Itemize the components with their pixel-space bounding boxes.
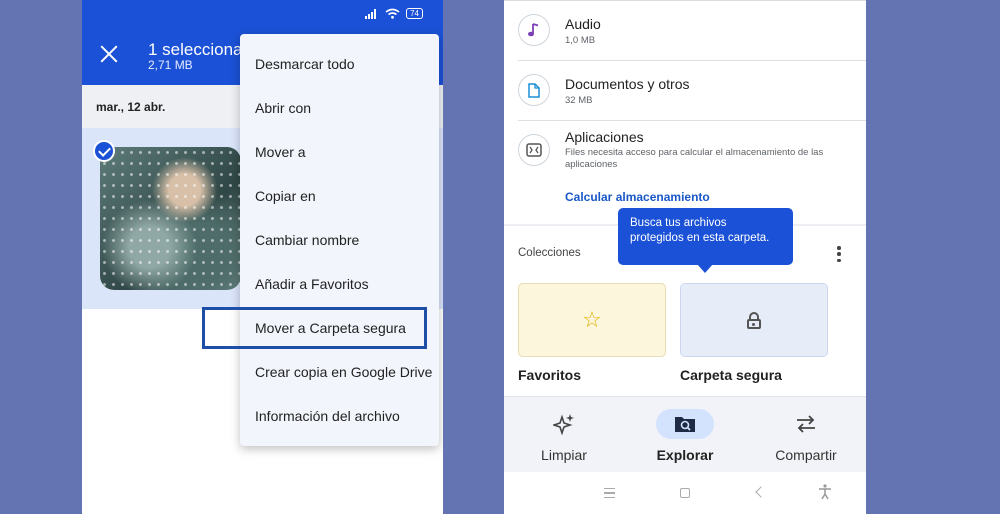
menu-item-cambiar-nombre[interactable]: Cambiar nombre bbox=[240, 218, 439, 262]
divider bbox=[518, 120, 866, 121]
photo-thumbnail[interactable] bbox=[100, 147, 241, 290]
explore-folder-icon bbox=[656, 409, 714, 439]
left-phone-screen: 74 1 seleccionado 2,71 MB mar., 12 abr. … bbox=[82, 0, 443, 514]
menu-item-mover-a[interactable]: Mover a bbox=[240, 130, 439, 174]
nav-compartir[interactable]: Compartir bbox=[746, 397, 866, 473]
lock-icon bbox=[747, 312, 761, 329]
nav-explorar[interactable]: Explorar bbox=[625, 397, 745, 473]
apps-icon bbox=[518, 134, 550, 166]
category-apps-title[interactable]: Aplicaciones bbox=[565, 129, 644, 145]
selection-size: 2,71 MB bbox=[148, 58, 193, 72]
nav-compartir-label: Compartir bbox=[775, 447, 837, 463]
system-navigation-bar bbox=[504, 472, 866, 514]
swap-arrows-icon bbox=[777, 409, 835, 439]
safe-folder-card[interactable] bbox=[680, 283, 828, 357]
menu-item-copiar-en[interactable]: Copiar en bbox=[240, 174, 439, 218]
category-apps-description: Files necesita acceso para calcular el a… bbox=[565, 147, 824, 170]
back-icon[interactable] bbox=[755, 486, 767, 498]
home-icon[interactable] bbox=[680, 488, 690, 498]
accessibility-icon[interactable] bbox=[818, 484, 832, 500]
close-selection-icon[interactable] bbox=[100, 45, 118, 63]
date-header: mar., 12 abr. bbox=[96, 100, 166, 114]
collections-heading: Colecciones bbox=[518, 247, 581, 259]
nav-limpiar-label: Limpiar bbox=[541, 447, 587, 463]
wifi-icon bbox=[385, 8, 400, 19]
menu-item-informacion-archivo[interactable]: Información del archivo bbox=[240, 394, 439, 438]
menu-item-crear-copia-drive[interactable]: Crear copia en Google Drive bbox=[240, 350, 439, 394]
top-divider bbox=[504, 0, 866, 1]
calculate-storage-link[interactable]: Calcular almacenamiento bbox=[565, 190, 710, 204]
menu-item-desmarcar-todo[interactable]: Desmarcar todo bbox=[240, 42, 439, 86]
menu-item-anadir-favoritos[interactable]: Añadir a Favoritos bbox=[240, 262, 439, 306]
bottom-navigation: Limpiar Explorar Compartir bbox=[504, 396, 866, 472]
favorites-card[interactable]: ☆ bbox=[518, 283, 666, 357]
more-options-icon[interactable] bbox=[837, 246, 841, 262]
battery-icon: 74 bbox=[406, 8, 423, 19]
overflow-menu: Desmarcar todo Abrir con Mover a Copiar … bbox=[240, 34, 439, 446]
safe-folder-label: Carpeta segura bbox=[680, 367, 782, 383]
divider bbox=[518, 60, 866, 61]
highlight-annotation-box bbox=[202, 307, 427, 349]
selected-check-icon[interactable] bbox=[93, 140, 115, 162]
category-audio-title[interactable]: Audio bbox=[565, 16, 601, 32]
right-phone-screen: Audio 1,0 MB Documentos y otros 32 MB Ap… bbox=[504, 0, 866, 514]
document-icon bbox=[518, 74, 550, 106]
category-documents-title[interactable]: Documentos y otros bbox=[565, 76, 690, 92]
nav-limpiar[interactable]: Limpiar bbox=[504, 397, 624, 473]
sparkle-icon bbox=[535, 409, 593, 439]
nav-explorar-label: Explorar bbox=[656, 447, 714, 463]
menu-item-abrir-con[interactable]: Abrir con bbox=[240, 86, 439, 130]
signal-icon bbox=[365, 8, 377, 19]
music-note-icon bbox=[518, 14, 550, 46]
status-bar-icons: 74 bbox=[365, 8, 423, 19]
safe-folder-tooltip: Busca tus archivos protegidos en esta ca… bbox=[618, 208, 793, 273]
recent-apps-icon[interactable] bbox=[604, 488, 615, 498]
star-icon: ☆ bbox=[582, 307, 602, 332]
category-audio-size: 1,0 MB bbox=[565, 35, 596, 46]
favorites-label: Favoritos bbox=[518, 367, 582, 383]
category-documents-size: 32 MB bbox=[565, 95, 593, 106]
